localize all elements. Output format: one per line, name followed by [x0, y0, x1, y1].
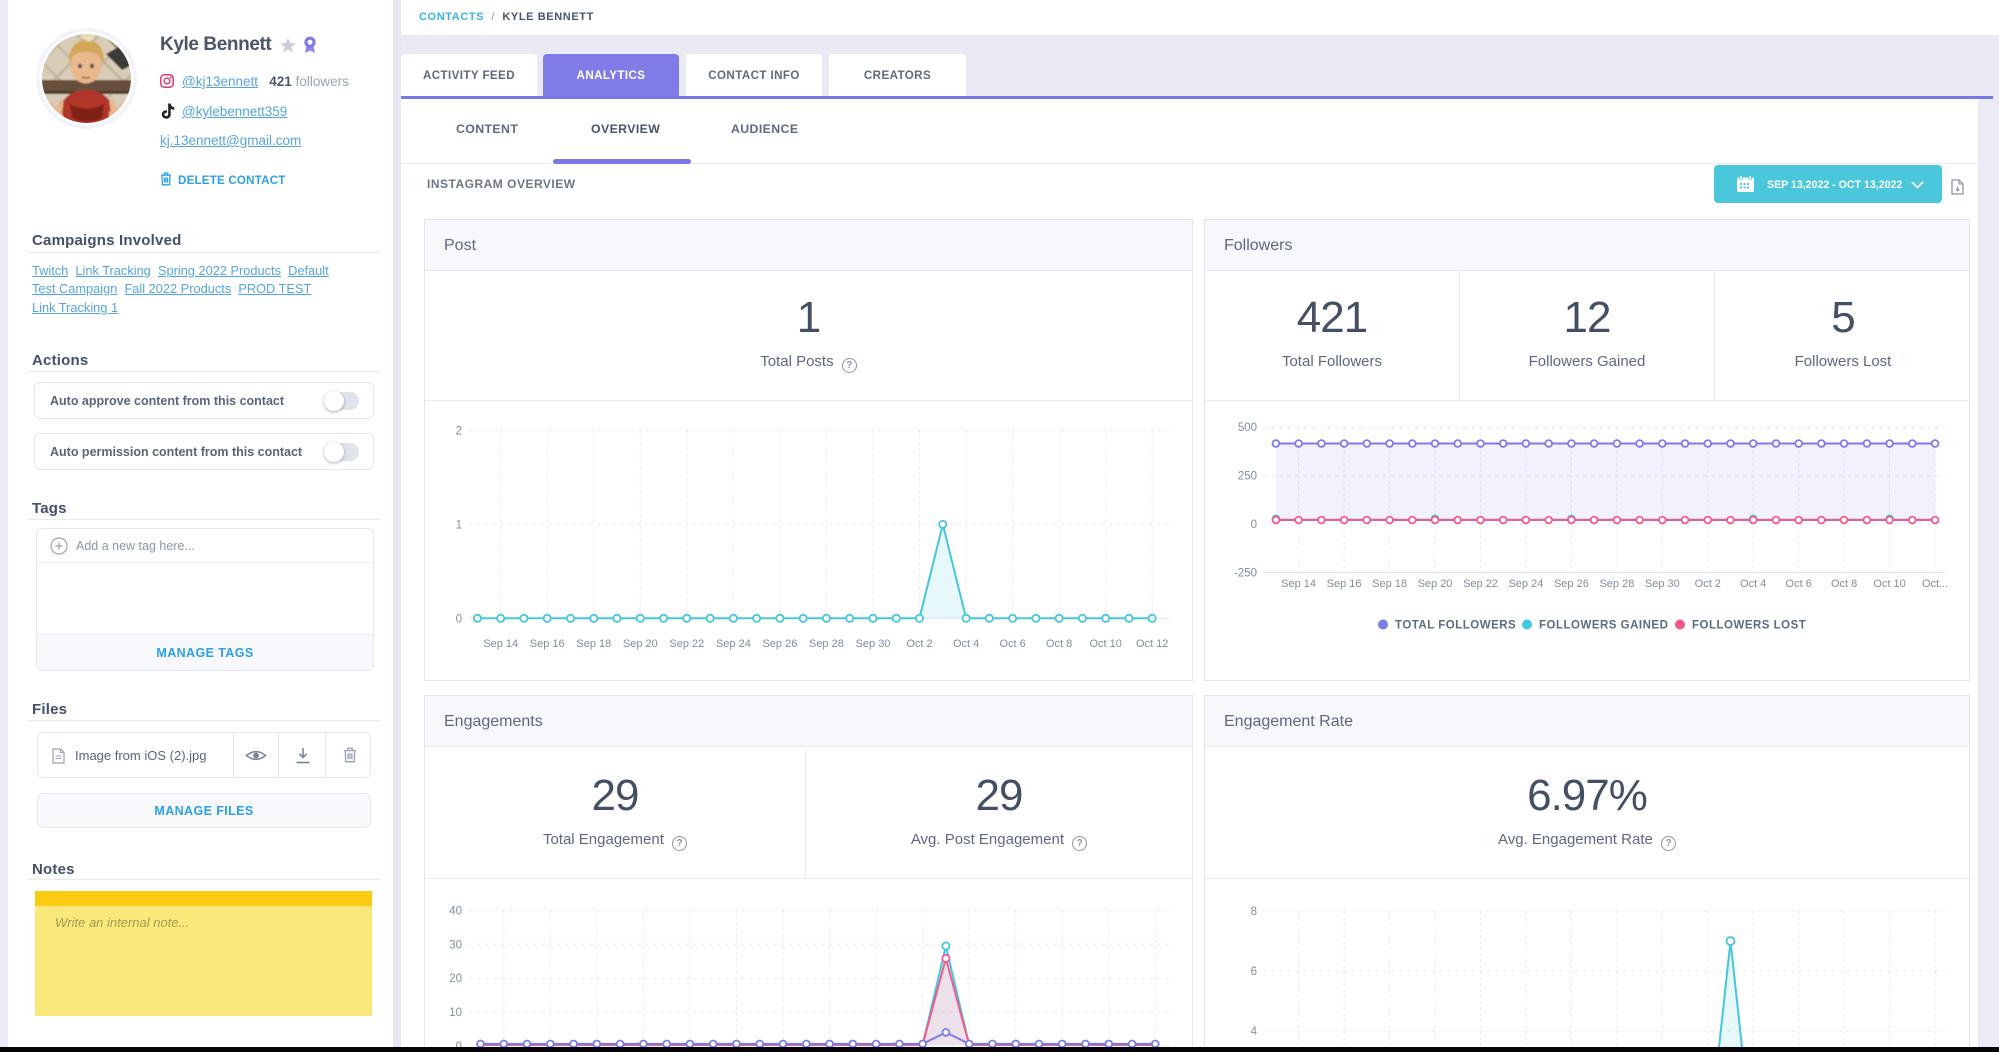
svg-text:Sep 20: Sep 20	[1418, 578, 1453, 590]
svg-text:Oct 12: Oct 12	[1136, 638, 1168, 650]
svg-text:Oct 8: Oct 8	[1831, 578, 1857, 590]
svg-text:Sep 14: Sep 14	[1281, 578, 1316, 590]
svg-text:Sep 30: Sep 30	[1645, 578, 1680, 590]
svg-text:Oct 2: Oct 2	[906, 638, 932, 650]
svg-text:Oct 10: Oct 10	[1873, 578, 1905, 590]
svg-text:Sep 24: Sep 24	[1508, 578, 1543, 590]
svg-text:Oct 2: Oct 2	[1695, 578, 1721, 590]
svg-text:Sep 14: Sep 14	[483, 638, 518, 650]
svg-text:Sep 28: Sep 28	[1599, 578, 1634, 590]
svg-text:Sep 16: Sep 16	[530, 638, 565, 650]
svg-text:500: 500	[1238, 422, 1257, 434]
svg-text:Oct 6: Oct 6	[999, 638, 1025, 650]
svg-text:FOLLOWERS LOST: FOLLOWERS LOST	[1692, 620, 1806, 632]
svg-text:4: 4	[1251, 1026, 1258, 1038]
svg-text:Sep 18: Sep 18	[576, 638, 611, 650]
svg-text:Sep 30: Sep 30	[856, 638, 891, 650]
svg-text:0: 0	[1251, 519, 1257, 531]
svg-text:-250: -250	[1234, 567, 1257, 579]
svg-text:Oct 10: Oct 10	[1089, 638, 1121, 650]
svg-text:0: 0	[456, 613, 462, 625]
svg-text:TOTAL FOLLOWERS: TOTAL FOLLOWERS	[1395, 620, 1516, 632]
svg-text:Oct 4: Oct 4	[1740, 578, 1766, 590]
svg-text:Sep 26: Sep 26	[762, 638, 797, 650]
svg-text:20: 20	[449, 973, 462, 985]
svg-text:8: 8	[1251, 906, 1257, 918]
svg-text:30: 30	[449, 939, 462, 951]
svg-text:Sep 22: Sep 22	[669, 638, 704, 650]
svg-text:Sep 24: Sep 24	[716, 638, 751, 650]
svg-text:6: 6	[1251, 966, 1257, 978]
svg-text:FOLLOWERS GAINED: FOLLOWERS GAINED	[1539, 620, 1668, 632]
svg-text:Sep 28: Sep 28	[809, 638, 844, 650]
svg-text:10: 10	[449, 1007, 462, 1019]
svg-text:40: 40	[449, 905, 462, 917]
svg-text:Sep 20: Sep 20	[623, 638, 658, 650]
svg-text:Sep 22: Sep 22	[1463, 578, 1498, 590]
svg-text:2: 2	[456, 425, 462, 437]
svg-text:Oct 6: Oct 6	[1786, 578, 1812, 590]
svg-text:Oct 4: Oct 4	[953, 638, 979, 650]
svg-text:Oct...: Oct...	[1922, 578, 1948, 590]
svg-text:1: 1	[456, 519, 462, 531]
svg-text:Sep 26: Sep 26	[1554, 578, 1589, 590]
svg-text:250: 250	[1238, 471, 1257, 483]
svg-text:Sep 18: Sep 18	[1372, 578, 1407, 590]
svg-text:Oct 8: Oct 8	[1046, 638, 1072, 650]
svg-text:Sep 16: Sep 16	[1327, 578, 1362, 590]
